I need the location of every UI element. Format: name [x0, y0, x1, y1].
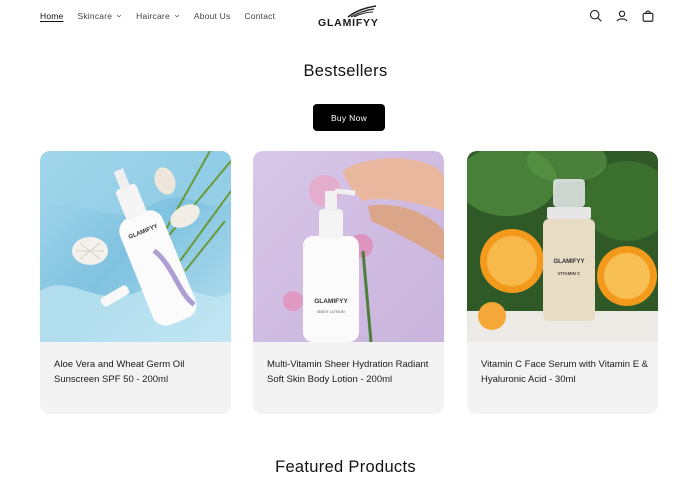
product-card-vitamin-c-serum[interactable]: GLAMIFYY VITAMIN C Vitamin C Face Serum … [467, 151, 658, 414]
nav-skincare-label: Skincare [77, 11, 113, 21]
bottle-sublabel-text: BODY LOTION [317, 309, 344, 314]
product-card-sunscreen[interactable]: GLAMIFYY Aloe Vera and Wheat Germ Oil Su… [40, 151, 231, 414]
bottle-label-text: GLAMIFYY [314, 298, 348, 305]
nav-haircare-label: Haircare [136, 11, 170, 21]
product-image-sunscreen: GLAMIFYY [40, 151, 231, 342]
nav-contact[interactable]: Contact [244, 11, 275, 21]
nav-home-label: Home [40, 11, 64, 21]
buy-now-button[interactable]: Buy Now [313, 104, 385, 131]
nav-about[interactable]: About Us [194, 11, 231, 21]
nav-about-label: About Us [193, 11, 231, 21]
cart-icon[interactable] [641, 9, 655, 23]
featured-heading: Featured Products [275, 458, 416, 476]
nav-haircare[interactable]: Haircare [136, 11, 180, 21]
bottle-label-text: GLAMIFYY [554, 259, 585, 265]
brand-logo[interactable]: GLAMIFYY [318, 5, 380, 31]
product-title[interactable]: Multi-Vitamin Sheer Hydration Radiant So… [267, 357, 435, 387]
bestsellers-heading: Bestsellers [303, 62, 388, 80]
product-title[interactable]: Aloe Vera and Wheat Germ Oil Sunscreen S… [54, 357, 222, 387]
bottle-sublabel-text: VITAMIN C [558, 271, 581, 276]
product-image-body-lotion: GLAMIFYY BODY LOTION [253, 151, 444, 342]
nav-contact-label: Contact [244, 11, 276, 21]
logo-text: GLAMIFYY [318, 17, 379, 29]
search-icon[interactable] [589, 9, 603, 23]
account-icon[interactable] [615, 9, 629, 23]
product-title[interactable]: Vitamin C Face Serum with Vitamin E & Hy… [481, 357, 649, 387]
nav-skincare[interactable]: Skincare [77, 11, 122, 21]
main-nav: Home Skincare Haircare About Us Contact [40, 11, 289, 21]
product-card-body-lotion[interactable]: GLAMIFYY BODY LOTION Multi-Vitamin Sheer… [253, 151, 444, 414]
chevron-down-icon [117, 14, 122, 18]
site-header: Home Skincare Haircare About Us Contact … [0, 0, 691, 34]
header-icons [589, 9, 655, 23]
chevron-down-icon [174, 14, 179, 18]
nav-home[interactable]: Home [40, 11, 63, 21]
product-image-vitamin-c-serum: GLAMIFYY VITAMIN C [467, 151, 658, 342]
